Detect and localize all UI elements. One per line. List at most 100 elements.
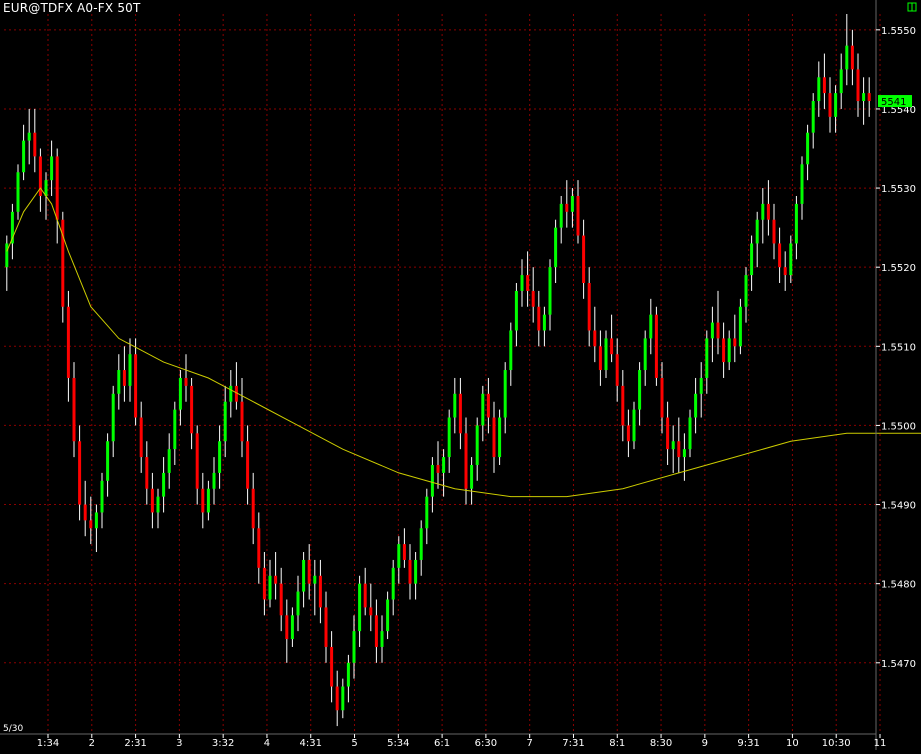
candle-body — [262, 567, 266, 600]
candle-body — [822, 77, 826, 94]
time-tick-label: 8:30 — [650, 738, 672, 749]
candle-body — [486, 393, 490, 418]
candle-body — [257, 528, 261, 568]
time-tick-label: 2:31 — [124, 738, 146, 749]
candle-body — [318, 575, 322, 608]
candle-body — [565, 203, 569, 212]
candle-body — [520, 275, 524, 291]
candle-body — [761, 203, 765, 220]
candle-body — [190, 385, 194, 434]
last-price-label: 5541 — [881, 97, 906, 108]
candle-body — [212, 472, 216, 489]
candle-body — [498, 417, 502, 458]
candle-body — [78, 441, 82, 505]
candle-body — [246, 441, 250, 489]
candle-body — [526, 275, 530, 291]
candle-body — [145, 457, 149, 489]
time-tick-label: 2 — [89, 738, 95, 749]
time-tick-label: 4:31 — [300, 738, 322, 749]
candle-body — [470, 464, 474, 489]
candle-body — [845, 45, 849, 70]
candle-body — [290, 615, 294, 640]
candle-body — [839, 69, 843, 94]
candle-body — [738, 306, 742, 347]
candle-body — [643, 338, 647, 371]
candle-body — [419, 528, 423, 560]
candle-body — [346, 662, 350, 687]
candle-body — [677, 441, 681, 458]
candle-body — [27, 132, 31, 141]
candle-body — [666, 417, 670, 450]
candle-body — [694, 393, 698, 418]
candle-body — [598, 346, 602, 371]
candle-body — [554, 227, 558, 268]
candle-body — [201, 488, 205, 513]
candle-body — [206, 488, 210, 513]
time-tick-label: 9:31 — [737, 738, 759, 749]
candle-body — [156, 496, 160, 513]
candle-body — [251, 488, 255, 529]
candle-body — [369, 607, 373, 616]
candle-body — [509, 330, 513, 371]
price-tick-label: 1.5550 — [881, 26, 916, 37]
candle-body — [139, 417, 143, 458]
candle-body — [302, 559, 306, 592]
time-tick-label: 1:34 — [37, 738, 59, 749]
candle-body — [330, 646, 334, 687]
candle-body — [772, 219, 776, 244]
candle-body — [218, 441, 222, 473]
candle-body — [587, 283, 591, 331]
candle-body — [481, 393, 485, 426]
candle-body — [223, 401, 227, 442]
candle-body — [559, 203, 563, 228]
candle-body — [570, 195, 574, 212]
candle-body — [162, 472, 166, 497]
candle-body — [402, 544, 406, 560]
candle-body — [654, 314, 658, 378]
candle-body — [313, 575, 317, 584]
candle-body — [352, 631, 356, 663]
candle-body — [380, 631, 384, 647]
candle-body — [453, 393, 457, 418]
candle-body — [374, 615, 378, 647]
candle-body — [386, 599, 390, 632]
candle-body — [649, 314, 653, 339]
chart-window: 1.5550 1.5540 1.5530 1.5520 1.5510 1.5500 1.54… — [0, 0, 921, 750]
candle-body — [632, 409, 636, 442]
candle-body — [727, 338, 731, 363]
time-tick-label: 3:32 — [212, 738, 234, 749]
candle-body — [436, 464, 440, 473]
time-tick-label: 10 — [786, 738, 799, 749]
candle-body — [671, 441, 675, 450]
candle-body — [44, 180, 48, 196]
time-tick-label: 4 — [264, 738, 270, 749]
candle-body — [699, 377, 703, 394]
time-tick-label: 6:1 — [434, 738, 450, 749]
candle-body — [610, 338, 614, 355]
candle-body — [447, 417, 451, 458]
candle-body — [122, 370, 126, 386]
candle-body — [341, 686, 345, 711]
time-tick-label: 7 — [526, 738, 532, 749]
candle-body — [548, 267, 552, 315]
price-tick-label: 1.5530 — [881, 184, 916, 195]
price-tick-label: 1.5470 — [881, 659, 916, 670]
date-label: 5/30 — [3, 724, 24, 734]
time-tick-label: 5 — [351, 738, 357, 749]
pin-icon[interactable] — [907, 2, 917, 12]
candle-body — [335, 686, 339, 711]
candle-body — [660, 377, 664, 418]
time-tick-label: 6:30 — [475, 738, 497, 749]
candle-body — [268, 575, 272, 600]
candle-body — [682, 449, 686, 458]
candle-body — [285, 615, 289, 640]
time-tick-label: 11 — [874, 738, 887, 749]
candle-body — [800, 164, 804, 204]
candle-body — [850, 45, 854, 70]
candle-body — [16, 172, 20, 212]
price-chart[interactable]: 1.55501.55401.55301.55201.55101.55001.54… — [0, 0, 921, 750]
candle-body — [229, 385, 233, 402]
candle-body — [5, 243, 9, 268]
candle-body — [184, 377, 188, 386]
candle-body — [766, 203, 770, 220]
